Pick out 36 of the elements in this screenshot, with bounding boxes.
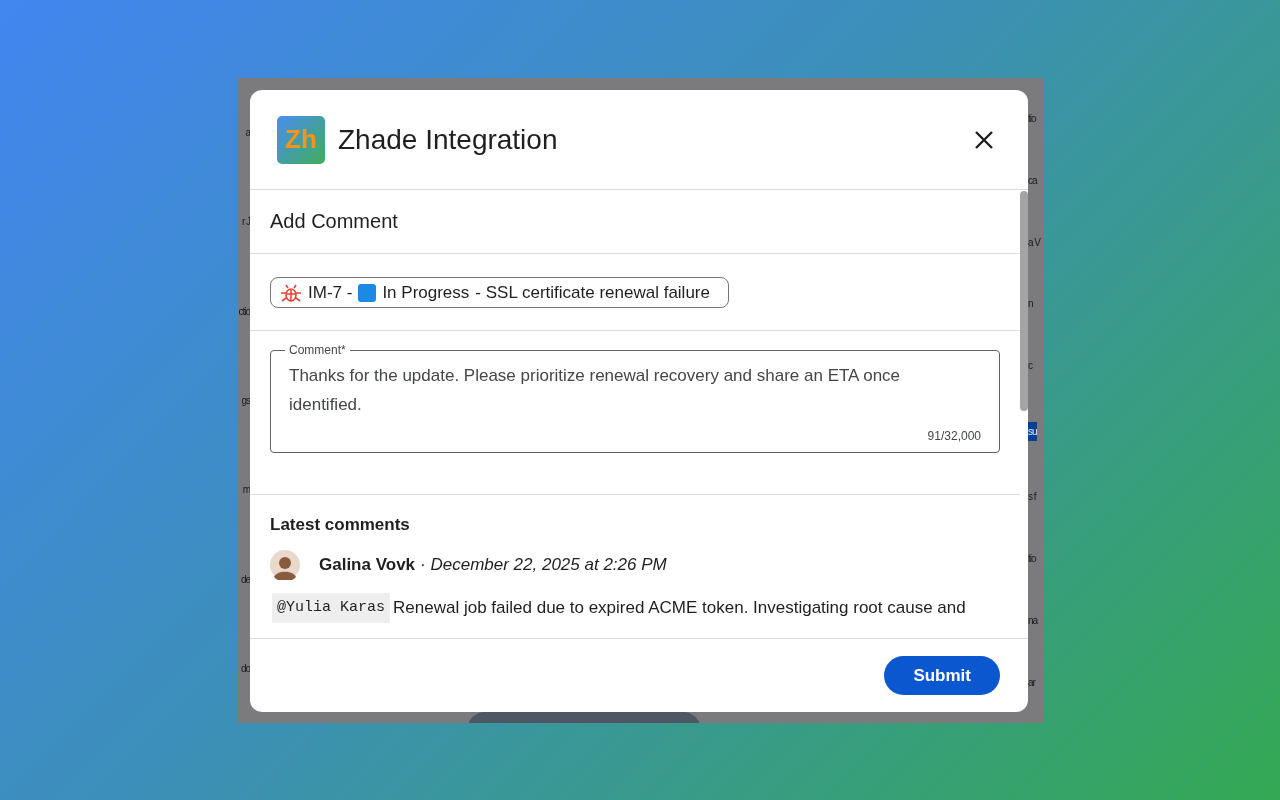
comment-field[interactable]: Comment* Thanks for the update. Please prioritize renewal recovery and share an ETA once identified. 91/32,000 <box>270 343 1000 453</box>
button-fragment: su <box>1028 421 1037 441</box>
close-icon <box>974 129 994 150</box>
comment-author: Galina Vovk <box>319 555 416 575</box>
text-fragment: ar <box>1028 676 1035 688</box>
text-fragment: r J <box>241 216 250 228</box>
text-fragment: a <box>245 127 250 139</box>
field-label: Comment* <box>288 343 347 357</box>
submit-button[interactable]: Submit <box>884 656 1000 695</box>
bug-icon <box>280 282 302 303</box>
text-fragment: gs <box>241 395 250 406</box>
mention-tag: @Yulia Karas <box>272 593 391 623</box>
text-fragment: s f <box>1028 491 1036 503</box>
text-fragment: na <box>1028 614 1038 626</box>
text-fragment: m <box>242 484 250 496</box>
text-fragment: n <box>1028 298 1033 310</box>
dialog-title: Zhade Integration <box>338 123 559 156</box>
text-fragment: tio <box>1028 553 1036 565</box>
text-fragment: do <box>240 662 250 674</box>
latest-comments-heading: Latest comments <box>270 515 411 535</box>
avatar <box>270 550 300 580</box>
issue-key: IM-7 - <box>308 282 353 303</box>
issue-summary: - SSL certificate renewal failure <box>475 282 710 303</box>
text-fragment: tio <box>1028 113 1036 125</box>
character-count: 91/32,000 <box>927 429 981 443</box>
text-fragment: a V <box>1028 236 1040 248</box>
text-fragment: ctio <box>238 305 250 317</box>
text-fragment: ca <box>1028 175 1037 187</box>
issue-status: In Progress <box>382 282 470 303</box>
comment-body: Renewal job failed due to expired ACME token. Investigating root cause and <box>393 597 966 619</box>
comment-date: · December 22, 2025 at 2:26 PM <box>420 555 667 575</box>
scrollbar-thumb[interactable] <box>1020 191 1028 411</box>
section-title: Add Comment <box>270 210 399 233</box>
text-fragment: c <box>1028 360 1032 372</box>
app-logo: Zh <box>277 115 325 164</box>
text-fragment: de <box>240 573 250 585</box>
